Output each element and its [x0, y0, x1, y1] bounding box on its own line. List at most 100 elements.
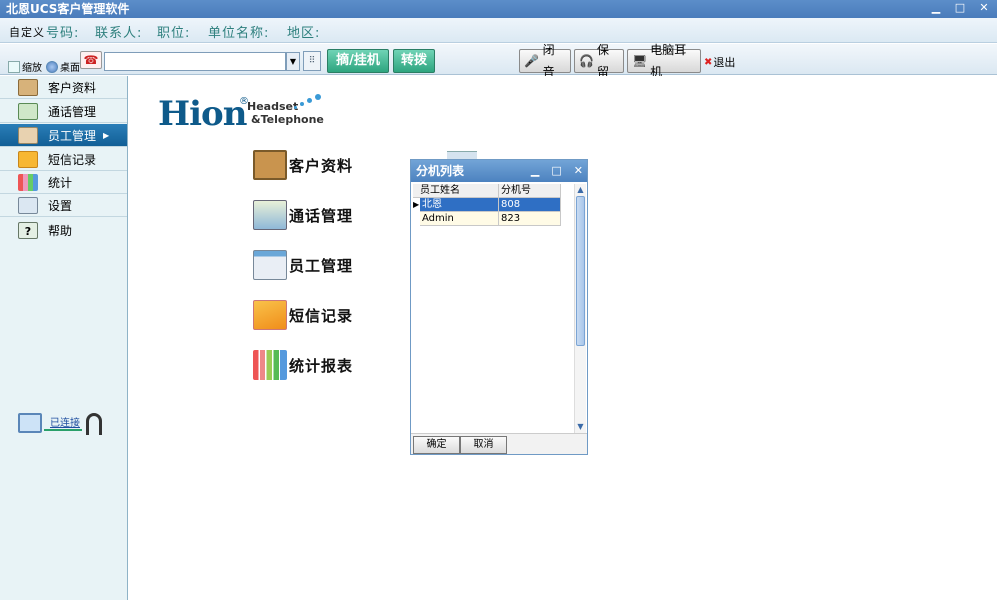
- number-label: 号码:: [46, 26, 80, 41]
- pc-headset-button[interactable]: 🖥 电脑耳机: [627, 43, 701, 79]
- desktop-option[interactable]: 桌面: [46, 59, 80, 74]
- maximize-button[interactable]: □: [953, 1, 967, 15]
- sidebar-item-label: 设置: [48, 198, 73, 213]
- shrink-label: 缩放: [22, 63, 42, 74]
- sidebar-item-help[interactable]: ? 帮助: [0, 219, 127, 242]
- company-label: 单位名称:: [208, 26, 270, 41]
- dropdown-arrow-icon[interactable]: ▼: [286, 52, 300, 71]
- cancel-button[interactable]: 取消: [460, 436, 507, 454]
- extension-list-dialog: 分机列表 ▁ □ ✕ 员工姓名 分机号 ▶ 北恩 808 Admin 823 ▲…: [410, 159, 588, 455]
- link-label: 短信记录: [289, 306, 354, 325]
- desktop-label: 桌面: [60, 63, 80, 74]
- custom-label[interactable]: 自定义: [9, 24, 45, 40]
- column-header-extension[interactable]: 分机号: [499, 184, 561, 197]
- bar-chart-icon: [18, 173, 38, 191]
- staff-icon: [253, 250, 287, 280]
- sidebar-item-staff[interactable]: 员工管理 ▶: [0, 124, 127, 147]
- window-title: 北恩UCS客户管理软件: [6, 2, 130, 16]
- logo-text: Hion: [158, 94, 247, 134]
- sidebar-item-customers[interactable]: 客户资料: [0, 76, 127, 99]
- phone-icon[interactable]: ☎: [80, 51, 102, 69]
- connected-label: 已连接: [50, 418, 80, 429]
- logo-headset: Headset: [247, 100, 299, 113]
- link-stats[interactable]: 统计报表: [253, 348, 353, 382]
- connection-status: 已连接: [18, 410, 108, 440]
- headphone-icon: 🎧: [579, 54, 594, 68]
- customer-card-icon: [18, 78, 38, 96]
- sidebar-item-label: 员工管理: [48, 128, 97, 143]
- table-row[interactable]: Admin 823: [413, 212, 561, 226]
- cell-name[interactable]: Admin: [420, 212, 499, 226]
- sidebar-item-settings[interactable]: 设置: [0, 194, 127, 217]
- table-header: 员工姓名 分机号: [413, 184, 561, 198]
- cell-extension[interactable]: 823: [499, 212, 561, 226]
- ok-button[interactable]: 确定: [413, 436, 460, 454]
- row-indicator: [413, 212, 420, 226]
- dialog-title: 分机列表: [416, 164, 465, 178]
- transfer-button[interactable]: 转拨: [393, 49, 435, 73]
- sidebar-item-label: 通话管理: [48, 104, 97, 119]
- settings-icon: [18, 196, 38, 214]
- shrink-checkbox[interactable]: 缩放: [8, 59, 42, 74]
- scrollbar-thumb[interactable]: [576, 196, 585, 346]
- microphone-icon: 🎤: [524, 54, 540, 68]
- connection-line: [44, 429, 82, 431]
- logo-telephone: &Telephone: [251, 113, 324, 126]
- link-sms[interactable]: 短信记录: [253, 298, 353, 332]
- customer-card-icon: [253, 150, 287, 180]
- contact-label: 联系人:: [95, 26, 143, 41]
- mute-button[interactable]: 🎤 闭音: [519, 43, 571, 79]
- dial-number-input[interactable]: [104, 52, 286, 71]
- position-label: 职位:: [157, 26, 191, 41]
- call-management-icon: [253, 200, 287, 230]
- scroll-up-icon[interactable]: ▲: [575, 184, 586, 195]
- dialog-close-button[interactable]: ✕: [574, 160, 583, 182]
- dialog-title-bar[interactable]: 分机列表 ▁ □ ✕: [411, 160, 587, 182]
- help-icon: ?: [18, 222, 38, 239]
- link-calls[interactable]: 通话管理: [253, 198, 353, 232]
- column-header-name[interactable]: 员工姓名: [413, 184, 499, 197]
- table-row[interactable]: ▶ 北恩 808: [413, 198, 561, 212]
- link-label: 统计报表: [289, 356, 354, 375]
- dialog-minimize-button[interactable]: ▁: [531, 160, 539, 182]
- desktop-radio[interactable]: [46, 60, 58, 73]
- dialog-footer: 确定 取消: [411, 433, 587, 454]
- sidebar-item-label: 统计: [48, 175, 73, 190]
- cell-name[interactable]: 北恩: [420, 198, 499, 212]
- envelope-icon: [253, 300, 287, 330]
- dialog-maximize-button[interactable]: □: [551, 160, 561, 182]
- close-button[interactable]: ✕: [977, 1, 991, 15]
- keypad-icon[interactable]: ⠿: [303, 51, 321, 71]
- link-customers[interactable]: 客户资料: [253, 148, 353, 182]
- bar-chart-icon: [253, 350, 287, 380]
- pickup-hangup-button[interactable]: 摘/挂机: [327, 49, 389, 73]
- row-indicator-icon: ▶: [413, 200, 420, 209]
- link-label: 客户资料: [289, 156, 354, 175]
- hion-logo: Hion ® Headset &Telephone: [158, 94, 328, 134]
- cell-extension[interactable]: 808: [499, 198, 561, 212]
- link-staff[interactable]: 员工管理: [253, 248, 353, 282]
- sidebar-item-label: 客户资料: [48, 80, 97, 95]
- link-label: 员工管理: [289, 256, 354, 275]
- caller-info-bar: 自定义 号码: 联系人: 职位: 单位名称: 地区:: [0, 18, 997, 43]
- logo-dots: [294, 94, 324, 110]
- vertical-scrollbar[interactable]: ▲ ▼: [574, 184, 586, 433]
- exit-button[interactable]: ✖ 退出: [704, 54, 735, 70]
- extension-table: 员工姓名 分机号 ▶ 北恩 808 Admin 823: [413, 184, 575, 434]
- sidebar-item-sms[interactable]: 短信记录: [0, 148, 127, 171]
- headset-icon: [86, 413, 102, 435]
- toolbar: 缩放 桌面 ☎ ▼ ⠿ 摘/挂机 转拨 🎤 闭音 🎧 保留 🖥 电脑耳机: [0, 43, 997, 79]
- minimize-button[interactable]: ▁: [929, 1, 943, 15]
- title-bar: 北恩UCS客户管理软件 ▁ □ ✕: [0, 0, 997, 18]
- call-management-icon: [18, 102, 38, 120]
- envelope-icon: [18, 150, 38, 168]
- exit-label: 退出: [713, 56, 736, 69]
- sidebar-item-label: 短信记录: [48, 152, 97, 167]
- computer-icon: 🖥: [632, 54, 648, 68]
- scroll-down-icon[interactable]: ▼: [575, 421, 586, 432]
- checkbox-box[interactable]: [8, 60, 20, 73]
- hold-button[interactable]: 🎧 保留: [574, 43, 624, 79]
- sidebar-item-calls[interactable]: 通话管理: [0, 100, 127, 123]
- sidebar-item-stats[interactable]: 统计: [0, 171, 127, 194]
- region-label: 地区:: [287, 26, 321, 41]
